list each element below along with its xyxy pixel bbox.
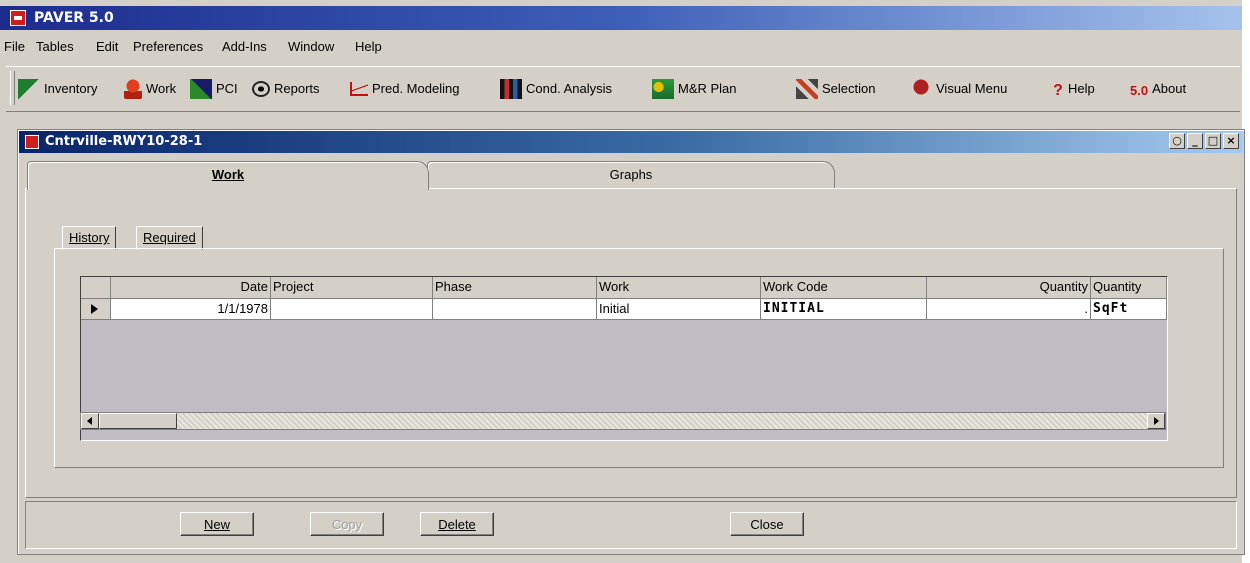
col-header-quantity[interactable]: Quantity <box>927 277 1091 298</box>
toolbar-selection-button[interactable]: Selection <box>796 77 875 101</box>
subtab-history[interactable]: History <box>62 226 117 250</box>
help-question-icon: ? <box>1053 82 1063 99</box>
main-toolbar: Inventory Work PCI Reports Pred. Modelin… <box>6 66 1240 112</box>
toolbar-cond-analysis-button[interactable]: Cond. Analysis <box>500 77 612 101</box>
cell-work-code[interactable]: INITIAL <box>761 299 927 319</box>
scroll-thumb[interactable] <box>99 413 177 429</box>
new-button[interactable]: New <box>180 512 254 536</box>
table-row[interactable]: 1/1/1978 Initial INITIAL . SqFt <box>81 299 1167 320</box>
grid-horizontal-scrollbar[interactable] <box>80 412 1166 430</box>
toolbar-selection-label: Selection <box>822 81 876 96</box>
child-window-title: Cntrville-RWY10-28-1 <box>45 134 203 149</box>
copy-button-label: Copy <box>331 517 363 532</box>
toolbar-pred-modeling-label: Pred. Modeling <box>372 81 460 96</box>
child-title-bar[interactable]: Cntrville-RWY10-28-1 ○ _ □ × <box>19 131 1243 153</box>
toolbar-help-label: Help <box>1068 81 1095 96</box>
tab-graphs[interactable]: Graphs <box>427 161 835 188</box>
new-button-label: New <box>203 517 230 532</box>
col-header-quantity-unit[interactable]: Quantity <box>1091 277 1167 298</box>
cell-phase[interactable] <box>433 299 597 319</box>
menu-add-ins[interactable]: Add-Ins <box>222 39 267 54</box>
subtab-required[interactable]: Required <box>136 226 203 250</box>
close-icon[interactable]: × <box>1223 133 1239 149</box>
visual-menu-icon <box>910 79 932 99</box>
work-child-window: Cntrville-RWY10-28-1 ○ _ □ × Work Graphs… <box>17 129 1245 555</box>
scroll-right-arrow-icon <box>1154 417 1159 425</box>
pred-modeling-graph-icon <box>350 82 368 96</box>
grid-header-row: Date Project Phase Work Work Code Quanti… <box>81 277 1167 299</box>
grid-corner <box>81 277 111 298</box>
cell-work[interactable]: Initial <box>597 299 761 319</box>
minimize-icon[interactable]: _ <box>1187 133 1203 149</box>
record-icon[interactable]: ○ <box>1169 133 1185 149</box>
toolbar-inventory-label: Inventory <box>44 81 98 96</box>
toolbar-about-button[interactable]: 5.0 About <box>1130 77 1186 101</box>
row-indicator[interactable] <box>81 299 111 319</box>
toolbar-visual-menu-label: Visual Menu <box>936 81 1008 96</box>
toolbar-about-label: About <box>1152 81 1187 96</box>
toolbar-help-button[interactable]: ? Help <box>1052 77 1095 101</box>
current-row-arrow-icon <box>91 304 98 314</box>
cell-quantity[interactable]: . <box>927 299 1091 319</box>
menu-file[interactable]: File <box>4 39 25 54</box>
delete-button-label: Delete <box>438 517 476 532</box>
paver-logo-icon <box>25 135 39 149</box>
subtab-history-label: History <box>69 230 110 245</box>
tab-graphs-label: Graphs <box>609 167 653 182</box>
toolbar-reports-button[interactable]: Reports <box>252 77 320 101</box>
copy-button[interactable]: Copy <box>310 512 384 536</box>
app-title-bar: PAVER 5.0 <box>0 6 1242 30</box>
menu-edit[interactable]: Edit <box>96 39 118 54</box>
mr-plan-icon <box>652 79 674 99</box>
toolbar-mr-plan-button[interactable]: M&R Plan <box>652 77 737 101</box>
maximize-icon[interactable]: □ <box>1205 133 1221 149</box>
toolbar-pci-label: PCI <box>216 81 238 96</box>
toolbar-pred-modeling-button[interactable]: Pred. Modeling <box>350 77 459 101</box>
subtab-required-label: Required <box>143 230 196 245</box>
col-header-work-code[interactable]: Work Code <box>761 277 927 298</box>
col-header-date[interactable]: Date <box>111 277 271 298</box>
paver-logo-icon <box>10 10 26 26</box>
window-controls: ○ _ □ × <box>1169 133 1239 149</box>
col-header-work[interactable]: Work <box>597 277 761 298</box>
inventory-icon <box>18 79 40 99</box>
app-title: PAVER 5.0 <box>34 10 114 26</box>
toolbar-visual-menu-button[interactable]: Visual Menu <box>910 77 1007 101</box>
close-button[interactable]: Close <box>730 512 804 536</box>
cell-date[interactable]: 1/1/1978 <box>111 299 271 319</box>
menu-tables[interactable]: Tables <box>36 39 74 54</box>
menu-preferences[interactable]: Preferences <box>133 39 203 54</box>
toolbar-work-label: Work <box>146 81 177 96</box>
pci-icon <box>190 79 212 99</box>
col-header-phase[interactable]: Phase <box>433 277 597 298</box>
menu-window[interactable]: Window <box>288 39 334 54</box>
cell-quantity-unit[interactable]: SqFt <box>1091 299 1167 319</box>
cond-analysis-icon <box>500 79 522 99</box>
close-button-label: Close <box>750 517 784 532</box>
delete-button[interactable]: Delete <box>420 512 494 536</box>
menu-bar: File Tables Edit Preferences Add-Ins Win… <box>0 36 1242 60</box>
tab-work[interactable]: Work <box>27 161 429 190</box>
toolbar-reports-label: Reports <box>274 81 320 96</box>
selection-icon <box>796 79 818 99</box>
scroll-right-button[interactable] <box>1147 413 1165 429</box>
toolbar-grip[interactable] <box>10 71 15 105</box>
menu-help[interactable]: Help <box>355 39 382 54</box>
col-header-project[interactable]: Project <box>271 277 433 298</box>
about-badge-icon: 5.0 <box>1130 83 1149 98</box>
toolbar-work-button[interactable]: Work <box>124 77 176 101</box>
reports-eye-icon <box>252 81 270 97</box>
tab-work-label: Work <box>211 167 245 182</box>
scroll-left-arrow-icon <box>87 417 92 425</box>
scroll-left-button[interactable] <box>81 413 99 429</box>
toolbar-mr-plan-label: M&R Plan <box>678 81 737 96</box>
toolbar-pci-button[interactable]: PCI <box>190 77 238 101</box>
toolbar-cond-analysis-label: Cond. Analysis <box>526 81 612 96</box>
work-bell-icon <box>124 79 142 99</box>
toolbar-inventory-button[interactable]: Inventory <box>18 77 97 101</box>
cell-project[interactable] <box>271 299 433 319</box>
